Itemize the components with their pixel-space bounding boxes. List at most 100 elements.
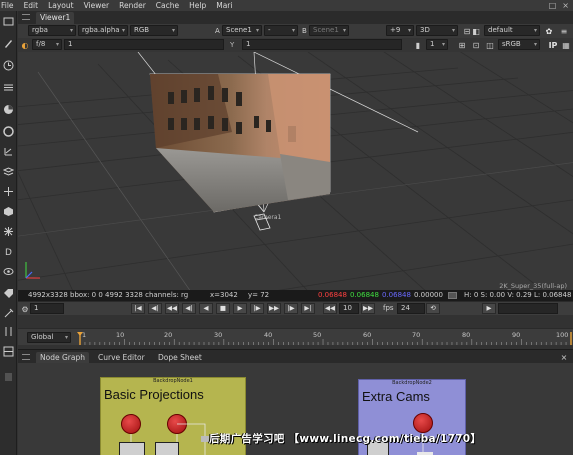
toolsets-icon[interactable] bbox=[2, 307, 15, 320]
menu-render[interactable]: Render bbox=[119, 0, 146, 11]
step-forward-button[interactable]: ▶▶ bbox=[361, 303, 375, 314]
menu-layout[interactable]: Layout bbox=[48, 0, 74, 11]
metadata-tag-icon[interactable] bbox=[2, 287, 15, 300]
tab-grip-icon[interactable] bbox=[22, 14, 30, 20]
tick-20: 20 bbox=[164, 331, 173, 339]
fps-field[interactable]: 24 bbox=[397, 303, 425, 314]
input-a-dropdown[interactable]: Scene1 ▾ bbox=[222, 25, 262, 36]
next-increment-button[interactable]: ▶▶ bbox=[267, 303, 281, 314]
green-value: 0.06848 bbox=[350, 291, 379, 299]
input-process-toggle[interactable]: IP bbox=[545, 39, 561, 51]
input-b-dropdown[interactable]: Scene1 ▾ bbox=[309, 25, 349, 36]
step-size-field[interactable]: 10 bbox=[339, 303, 359, 314]
bottom-panel-tabs: Node Graph Curve Editor Dope Sheet × bbox=[18, 349, 573, 364]
step-back-button[interactable]: ◀◀ bbox=[323, 303, 337, 314]
in-out-range-field[interactable] bbox=[498, 303, 558, 314]
timeline[interactable]: Global ▾ 1 10 20 30 40 50 60 70 80 90 100 bbox=[18, 328, 573, 345]
frame-step-icon[interactable]: ▮ bbox=[412, 39, 424, 51]
keyer-icon[interactable] bbox=[2, 145, 15, 158]
channels-dropdown[interactable]: rgba ▾ bbox=[28, 25, 76, 36]
3d-cube-icon[interactable] bbox=[2, 205, 15, 218]
image-read-icon[interactable] bbox=[2, 15, 15, 28]
prev-increment-button[interactable]: ◀◀ bbox=[165, 303, 179, 314]
maximize-button[interactable]: □ bbox=[549, 0, 557, 11]
zoom-dropdown[interactable]: 1 ▾ bbox=[426, 39, 448, 50]
first-frame-button[interactable]: |◀ bbox=[131, 303, 145, 314]
color-swatch bbox=[448, 292, 457, 299]
gamma-icon[interactable]: ◐ bbox=[19, 39, 31, 51]
red-value: 0.06848 bbox=[318, 291, 347, 299]
tick-80: 80 bbox=[462, 331, 471, 339]
close-button[interactable]: × bbox=[562, 0, 569, 11]
channel-lines-icon[interactable] bbox=[2, 81, 15, 94]
tick-70: 70 bbox=[412, 331, 421, 339]
menu-mari[interactable]: Mari bbox=[216, 0, 232, 11]
last-frame-button[interactable]: ▶| bbox=[301, 303, 315, 314]
alpha-value: 0.00000 bbox=[414, 291, 443, 299]
timeline-ruler bbox=[77, 332, 572, 345]
colorspace-dropdown[interactable]: RGB ▾ bbox=[130, 25, 178, 36]
transform-move-icon[interactable] bbox=[2, 185, 15, 198]
lut-dropdown[interactable]: default ▾ bbox=[484, 25, 540, 36]
merge-layers-icon[interactable] bbox=[2, 165, 15, 178]
y-coordinate: y= 72 bbox=[248, 291, 270, 299]
proxy-dropdown[interactable]: f/8 ▾ bbox=[32, 39, 62, 50]
flipbook-button[interactable]: ▶ bbox=[482, 303, 496, 314]
format-info: 2K_Super_35(full-ap) bbox=[499, 282, 567, 290]
prev-frame-button[interactable]: ◀| bbox=[182, 303, 196, 314]
panel-grip-icon[interactable] bbox=[22, 354, 30, 360]
clip-warning-icon[interactable]: ⊡ bbox=[470, 39, 482, 51]
prev-keyframe-button[interactable]: ◀| bbox=[148, 303, 162, 314]
display-lut-dropdown[interactable]: sRGB ▾ bbox=[498, 39, 540, 50]
particles-icon[interactable] bbox=[2, 225, 15, 238]
gain-dropdown[interactable]: +9 ▾ bbox=[386, 25, 414, 36]
next-keyframe-button[interactable]: |▶ bbox=[284, 303, 298, 314]
viewport-scene bbox=[18, 52, 573, 290]
tick-30: 30 bbox=[214, 331, 223, 339]
alpha-channel-dropdown[interactable]: rgba.alpha ▾ bbox=[78, 25, 128, 36]
views-eye-icon[interactable] bbox=[2, 265, 15, 278]
draw-brush-icon[interactable] bbox=[2, 37, 15, 50]
project-node-1[interactable] bbox=[121, 414, 141, 434]
loop-mode-button[interactable]: ⟲ bbox=[426, 303, 440, 314]
project-node-2[interactable] bbox=[167, 414, 187, 434]
compare-mode-dropdown[interactable]: - ▾ bbox=[264, 25, 298, 36]
y-input[interactable]: 1 bbox=[242, 39, 402, 50]
color-pie-icon[interactable] bbox=[2, 103, 15, 116]
wipe-icon[interactable]: ⊞ bbox=[456, 39, 468, 51]
read-node-thumb-1[interactable] bbox=[119, 442, 145, 455]
camera-label: Camera1 bbox=[254, 214, 282, 221]
tab-viewer1[interactable]: Viewer1 bbox=[36, 12, 75, 24]
3d-viewport[interactable]: Camera1 2K_Super_35(full-ap) bbox=[18, 52, 573, 290]
menu-edit[interactable]: Edit bbox=[24, 0, 39, 11]
project-node-3[interactable] bbox=[413, 413, 433, 433]
camera-view-icon[interactable]: ◧ bbox=[470, 25, 482, 37]
read-node-thumb-2[interactable] bbox=[155, 442, 179, 455]
next-frame-button[interactable]: |▶ bbox=[250, 303, 264, 314]
menu-viewer[interactable]: Viewer bbox=[84, 0, 110, 11]
pixel-info-bar: 4992x3328 bbox: 0 0 4992 3328 channels: … bbox=[18, 290, 573, 301]
play-backward-button[interactable]: ◀ bbox=[199, 303, 213, 314]
roi-icon[interactable]: ◫ bbox=[484, 39, 496, 51]
menu-file[interactable]: File bbox=[1, 0, 14, 11]
menu-help[interactable]: Help bbox=[189, 0, 206, 11]
tick-10: 10 bbox=[116, 331, 125, 339]
panel-close-icon[interactable]: × bbox=[558, 351, 570, 363]
filter-circle-icon[interactable] bbox=[2, 125, 15, 138]
current-frame-field[interactable]: 1 bbox=[30, 303, 64, 314]
viewer-toolbar-bottom: ◐ f/8 ▾ 1 Y 1 ▮ 1 ▾ ⊞ ⊡ ◫ sRGB ▾ IP ▦ bbox=[18, 38, 573, 52]
backdrop2-header: BackdropNode2 bbox=[392, 380, 432, 386]
menu-cache[interactable]: Cache bbox=[156, 0, 179, 11]
roi-toggle-icon[interactable]: ▦ bbox=[560, 39, 572, 51]
deep-d-icon[interactable]: D bbox=[2, 245, 15, 258]
play-forward-button[interactable]: ▶ bbox=[233, 303, 247, 314]
frame-input[interactable]: 1 bbox=[64, 39, 224, 50]
other-wrench-icon[interactable] bbox=[2, 325, 15, 338]
panel-menu-icon[interactable]: ≡ bbox=[558, 25, 570, 37]
time-clock-icon[interactable] bbox=[2, 59, 15, 72]
stop-button[interactable]: ■ bbox=[216, 303, 230, 314]
settings-gear-icon[interactable]: ✿ bbox=[543, 25, 555, 37]
view-mode-dropdown[interactable]: 3D ▾ bbox=[416, 25, 458, 36]
panel-grid-icon[interactable] bbox=[2, 345, 15, 358]
projected-image-plane bbox=[150, 74, 330, 212]
